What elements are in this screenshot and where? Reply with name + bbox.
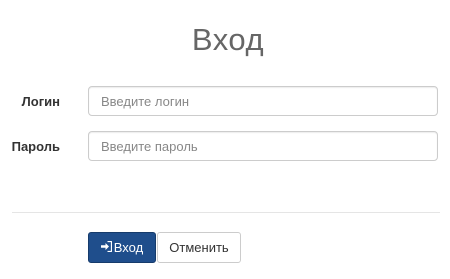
password-input[interactable] [88, 131, 438, 161]
login-label: Логин [21, 94, 60, 109]
cancel-button-label: Отменить [169, 240, 229, 255]
login-button-label: Вход [113, 240, 144, 255]
login-row: Логин [0, 86, 450, 118]
sign-in-icon [100, 233, 112, 262]
form-divider [12, 212, 440, 213]
cancel-button[interactable]: Отменить [157, 232, 241, 263]
page-title-text: Вход [191, 22, 265, 57]
login-button[interactable]: Вход [88, 232, 156, 263]
login-input[interactable] [88, 86, 438, 116]
form-actions: Вход Отменить [88, 232, 241, 264]
page-title: Вход [0, 22, 450, 58]
password-row: Пароль [0, 131, 450, 163]
password-label: Пароль [11, 139, 60, 154]
